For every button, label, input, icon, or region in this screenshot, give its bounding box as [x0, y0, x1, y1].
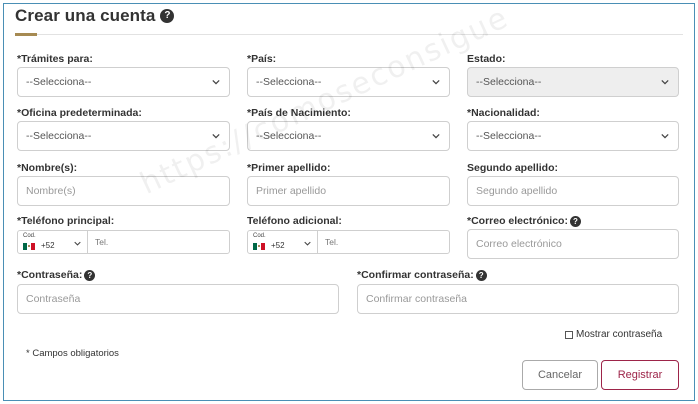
estado-select[interactable]: --Selecciona--	[467, 67, 679, 97]
pais-select[interactable]: --Selecciona--	[247, 67, 450, 97]
cod-label: Cod.	[23, 233, 36, 239]
pais-nacimiento-label: *País de Nacimiento:	[247, 107, 351, 119]
oficina-label: *Oficina predeterminada:	[17, 107, 142, 119]
oficina-value: --Selecciona--	[26, 130, 92, 142]
question-circle-icon[interactable]: ?	[569, 216, 581, 227]
estado-value: --Selecciona--	[476, 76, 542, 88]
segundo-apellido-input[interactable]: Segundo apellido	[467, 176, 679, 206]
page-title: Crear una cuenta ?	[15, 6, 175, 26]
correo-label: *Correo electrónico:?	[467, 215, 581, 227]
telefono-adicional-label: Teléfono adicional:	[247, 215, 342, 227]
chevron-down-icon	[74, 241, 81, 246]
country-code-select[interactable]: Cod. +52	[248, 231, 318, 253]
chevron-down-icon	[432, 133, 440, 139]
country-code-value: +52	[41, 241, 55, 250]
telefono-adicional-field: Cod. +52 Tel.	[247, 230, 450, 254]
nacionalidad-select[interactable]: --Selecciona--	[467, 121, 679, 151]
show-password-label: Mostrar contraseña	[576, 329, 663, 340]
oficina-select[interactable]: --Selecciona--	[17, 121, 230, 151]
contrasena-input[interactable]: Contraseña	[17, 284, 339, 314]
chevron-down-icon	[304, 241, 311, 246]
tramites-select[interactable]: --Selecciona--	[17, 67, 230, 97]
pais-label: *País:	[247, 53, 277, 65]
telefono-adicional-input[interactable]: Tel.	[318, 231, 338, 253]
show-password-toggle[interactable]: Mostrar contraseña	[565, 329, 662, 340]
mexico-flag-icon	[23, 243, 35, 250]
country-code-select[interactable]: Cod. +52	[18, 231, 88, 253]
tramites-value: --Selecciona--	[26, 76, 92, 88]
tramites-label: *Trámites para:	[17, 53, 93, 65]
telefono-principal-label: *Teléfono principal:	[17, 215, 115, 227]
question-circle-icon[interactable]: ?	[160, 9, 175, 23]
register-button[interactable]: Registrar	[601, 360, 679, 390]
cancel-button[interactable]: Cancelar	[522, 360, 598, 390]
question-circle-icon[interactable]: ?	[84, 270, 96, 281]
correo-input[interactable]: Correo electrónico	[467, 229, 679, 259]
estado-label: Estado:	[467, 53, 506, 65]
nacionalidad-label: *Nacionalidad:	[467, 107, 540, 119]
chevron-down-icon	[661, 79, 669, 85]
confirmar-contrasena-label: *Confirmar contraseña:?	[357, 269, 487, 281]
chevron-down-icon	[212, 133, 220, 139]
show-password-checkbox[interactable]	[565, 330, 573, 339]
contrasena-label: *Contraseña:?	[17, 269, 96, 281]
question-circle-icon[interactable]: ?	[475, 270, 487, 281]
pais-nacimiento-value: --Selecciona--	[256, 130, 322, 142]
nombre-label: *Nombre(s):	[17, 162, 78, 174]
confirmar-contrasena-input[interactable]: Confirmar contraseña	[357, 284, 679, 314]
chevron-down-icon	[432, 79, 440, 85]
primer-apellido-input[interactable]: Primer apellido	[247, 176, 450, 206]
chevron-down-icon	[212, 79, 220, 85]
chevron-down-icon	[661, 133, 669, 139]
required-fields-note: * Campos obligatorios	[26, 348, 119, 359]
pais-value: --Selecciona--	[256, 76, 322, 88]
telefono-principal-input[interactable]: Tel.	[88, 231, 108, 253]
nacionalidad-value: --Selecciona--	[476, 130, 542, 142]
title-underline	[15, 33, 37, 36]
country-code-value: +52	[271, 241, 285, 250]
pais-nacimiento-select[interactable]: --Selecciona--	[247, 121, 450, 151]
cod-label: Cod.	[253, 233, 266, 239]
nombre-input[interactable]: Nombre(s)	[17, 176, 230, 206]
primer-apellido-label: *Primer apellido:	[247, 162, 331, 174]
mexico-flag-icon	[253, 243, 265, 250]
title-divider	[37, 34, 683, 35]
telefono-principal-field: Cod. +52 Tel.	[17, 230, 230, 254]
segundo-apellido-label: Segundo apellido:	[467, 162, 558, 174]
